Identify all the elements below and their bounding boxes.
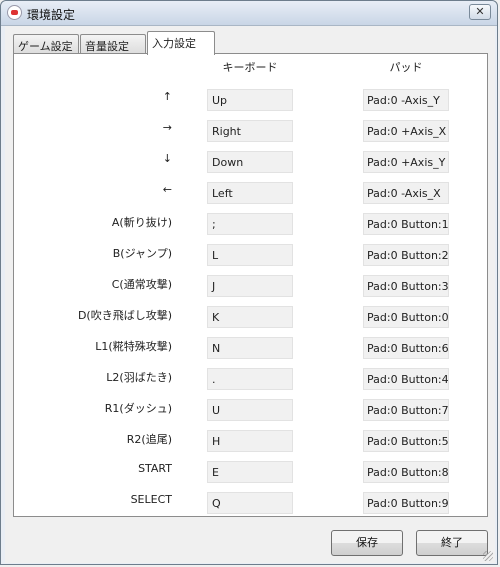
keyboard-binding-field[interactable]: U [207,399,293,421]
action-label: C(通常攻撃) [111,278,172,291]
action-label: R2(追尾) [126,433,172,446]
pad-binding-field[interactable]: Pad:0 Button:8 [363,461,449,483]
action-label: ← [162,183,172,196]
pad-binding-field[interactable]: Pad:0 Button:5 [363,430,449,452]
resize-grip[interactable] [483,551,493,561]
tab-game-settings[interactable]: ゲーム設定 [13,34,79,54]
pad-binding-field[interactable]: Pad:0 -Axis_Y [363,89,449,111]
tab-input-settings[interactable]: 入力設定 [147,31,215,55]
action-label: ↑ [162,90,172,103]
keyboard-binding-field[interactable]: L [207,244,293,266]
pad-binding-field[interactable]: Pad:0 Button:4 [363,368,449,390]
action-label: ↓ [162,152,172,165]
keyboard-binding-field[interactable]: Right [207,120,293,142]
pad-binding-field[interactable]: Pad:0 Button:7 [363,399,449,421]
keyboard-binding-field[interactable]: . [207,368,293,390]
quit-button[interactable]: 終了 [416,530,488,556]
action-label: SELECT [130,493,172,506]
app-icon [7,5,22,20]
keyboard-binding-field[interactable]: N [207,337,293,359]
input-settings-panel: キーボード パッド ↑ Up Pad:0 -Axis_Y → Right Pad… [13,53,488,517]
pad-binding-field[interactable]: Pad:0 -Axis_X [363,182,449,204]
action-label: L1(糀特殊攻撃) [95,340,172,353]
window-title: 環境設定 [27,8,76,22]
action-label: R1(ダッシュ) [104,402,172,415]
tab-volume-settings[interactable]: 音量設定 [80,34,146,54]
keyboard-binding-field[interactable]: Up [207,89,293,111]
keyboard-binding-field[interactable]: Down [207,151,293,173]
action-label: L2(羽ばたき) [106,371,172,384]
pad-binding-field[interactable]: Pad:0 Button:0 [363,306,449,328]
pad-binding-field[interactable]: Pad:0 +Axis_Y [363,151,449,173]
keyboard-column-header: キーボード [222,61,278,74]
client-area: ゲーム設定 音量設定 入力設定 キーボード パッド ↑ Up Pad:0 -Ax… [5,26,495,563]
keyboard-binding-field[interactable]: J [207,275,293,297]
pad-binding-field[interactable]: Pad:0 Button:3 [363,275,449,297]
keyboard-binding-field[interactable]: E [207,461,293,483]
action-label: D(吹き飛ばし攻撃) [77,309,172,322]
keyboard-binding-field[interactable]: ; [207,213,293,235]
pad-binding-field[interactable]: Pad:0 Button:9 [363,492,449,514]
close-button[interactable]: ✕ [469,4,491,20]
save-button[interactable]: 保存 [331,530,403,556]
pad-binding-field[interactable]: Pad:0 Button:2 [363,244,449,266]
action-label: → [162,121,172,134]
title-bar[interactable]: 環境設定 ✕ [1,1,497,26]
pad-binding-field[interactable]: Pad:0 Button:1 [363,213,449,235]
keyboard-binding-field[interactable]: Left [207,182,293,204]
keyboard-binding-field[interactable]: K [207,306,293,328]
keyboard-binding-field[interactable]: Q [207,492,293,514]
keyboard-binding-field[interactable]: H [207,430,293,452]
pad-binding-field[interactable]: Pad:0 +Axis_X [363,120,449,142]
action-label: START [138,462,172,475]
pad-column-header: パッド [389,61,423,74]
pad-binding-field[interactable]: Pad:0 Button:6 [363,337,449,359]
action-label: B(ジャンプ) [112,247,172,260]
settings-window: 環境設定 ✕ ゲーム設定 音量設定 入力設定 キーボード パッド ↑ Up Pa… [0,0,498,565]
action-label: A(斬り抜け) [111,216,172,229]
